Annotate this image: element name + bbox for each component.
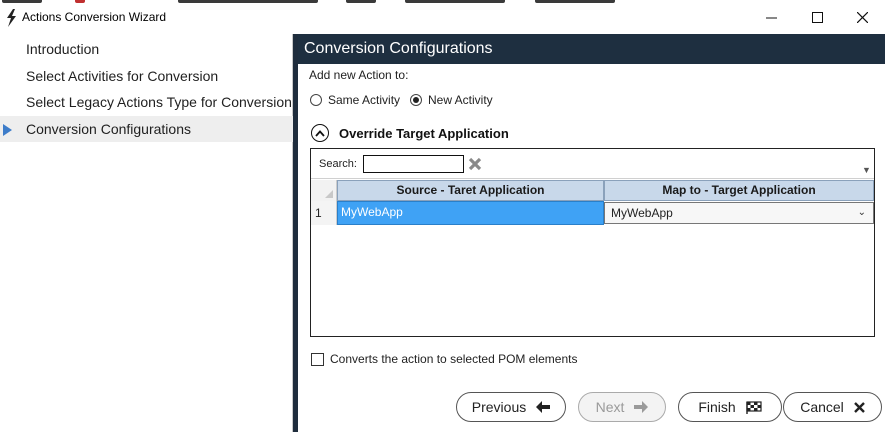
nav-item-label: Select Activities for Conversion xyxy=(26,68,219,84)
same-activity-radio[interactable]: Same Activity xyxy=(310,93,400,107)
row-index: 1 xyxy=(311,201,337,225)
nav-item-introduction[interactable]: Introduction xyxy=(0,36,293,62)
current-step-arrow-icon xyxy=(3,124,12,136)
target-application-grid: Search: ▼ Source - Taret Application Map… xyxy=(310,148,875,337)
grid-header-row: Source - Taret Application Map to - Targ… xyxy=(311,180,874,201)
nav-item-label: Conversion Configurations xyxy=(26,121,191,137)
next-button[interactable]: Next xyxy=(578,392,666,422)
search-input[interactable] xyxy=(363,155,464,173)
column-header-target[interactable]: Map to - Target Application xyxy=(604,180,874,201)
table-row[interactable]: 1 MyWebApp MyWebApp ⌄ xyxy=(311,201,874,225)
wizard-window: Actions Conversion Wizard Introduction S… xyxy=(0,0,885,432)
new-activity-radio[interactable]: New Activity xyxy=(410,93,493,107)
override-target-section-header[interactable]: Override Target Application xyxy=(311,124,509,142)
cancel-button-label: Cancel xyxy=(800,399,844,415)
close-icon xyxy=(856,11,868,23)
checkbox-label: Converts the action to selected POM elem… xyxy=(330,352,578,366)
nav-item-select-legacy-actions[interactable]: Select Legacy Actions Type for Conversio… xyxy=(0,89,293,115)
radio-label: Same Activity xyxy=(328,93,401,107)
window-title: Actions Conversion Wizard xyxy=(22,10,167,24)
finish-button-label: Finish xyxy=(698,399,736,415)
clear-search-icon[interactable] xyxy=(467,156,483,172)
close-icon xyxy=(853,401,865,413)
chevron-up-circle-icon[interactable] xyxy=(311,124,329,142)
maximize-button[interactable] xyxy=(794,0,840,34)
previous-button[interactable]: Previous xyxy=(456,392,566,422)
checkered-flag-icon xyxy=(745,400,762,414)
minimize-button[interactable] xyxy=(748,0,794,34)
search-label: Search: xyxy=(319,158,357,170)
nav-item-label: Introduction xyxy=(26,41,100,57)
previous-button-label: Previous xyxy=(471,399,527,415)
arrow-right-icon xyxy=(634,401,649,413)
arrow-left-icon xyxy=(536,401,551,413)
grid-toolbar: Search: ▼ xyxy=(311,149,874,179)
app-lightning-icon xyxy=(7,9,16,27)
close-button[interactable] xyxy=(839,0,885,34)
section-title: Override Target Application xyxy=(339,125,509,141)
page-title: Conversion Configurations xyxy=(298,34,885,64)
wizard-steps-nav: Introduction Select Activities for Conve… xyxy=(0,34,293,432)
toolbar-overflow-icon[interactable]: ▼ xyxy=(862,165,871,175)
nav-item-conversion-configurations[interactable]: Conversion Configurations xyxy=(0,116,293,142)
add-action-label: Add new Action to: xyxy=(309,68,409,82)
target-app-dropdown[interactable]: MyWebApp ⌄ xyxy=(604,202,874,224)
cancel-button[interactable]: Cancel xyxy=(783,392,882,422)
nav-item-label: Select Legacy Actions Type for Conversio… xyxy=(26,94,292,110)
title-bar: Actions Conversion Wizard xyxy=(0,0,885,34)
select-all-corner[interactable] xyxy=(311,180,337,201)
target-app-value: MyWebApp xyxy=(611,206,673,220)
next-button-label: Next xyxy=(595,399,625,415)
chevron-down-icon: ⌄ xyxy=(857,207,866,218)
minimize-icon xyxy=(765,17,777,18)
maximize-icon xyxy=(811,11,823,23)
checkbox-box[interactable] xyxy=(311,352,324,366)
source-app-cell[interactable]: MyWebApp xyxy=(337,201,604,225)
radio-circle-checked xyxy=(410,94,422,106)
pom-elements-checkbox[interactable]: Converts the action to selected POM elem… xyxy=(311,352,577,366)
step-content: Add new Action to: Same Activity New Act… xyxy=(298,64,885,432)
radio-label: New Activity xyxy=(428,93,493,107)
radio-circle xyxy=(310,94,322,106)
nav-item-select-activities[interactable]: Select Activities for Conversion xyxy=(0,63,293,89)
finish-button[interactable]: Finish xyxy=(678,392,782,422)
column-header-source[interactable]: Source - Taret Application xyxy=(337,180,604,201)
